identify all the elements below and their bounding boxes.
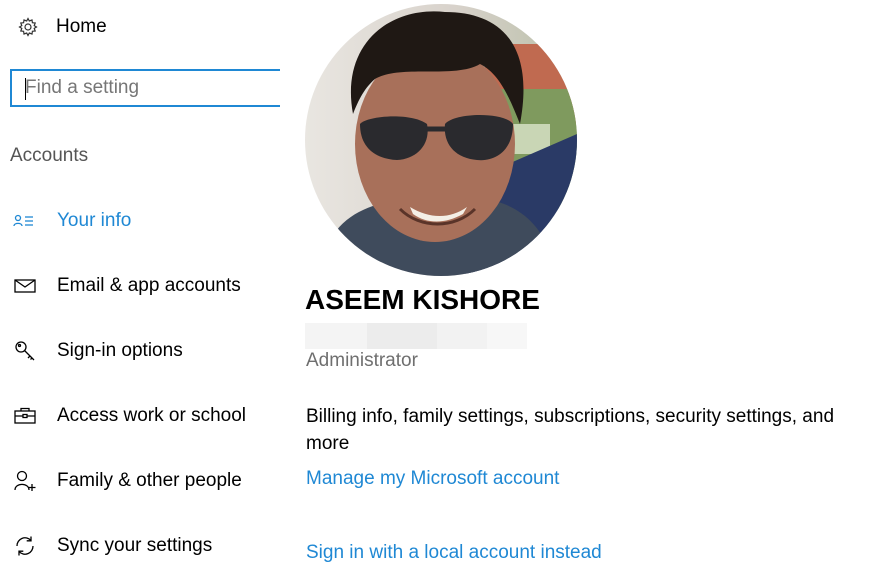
sync-icon: [12, 534, 38, 558]
person-card-icon: [12, 209, 38, 233]
manage-account-link[interactable]: Manage my Microsoft account: [306, 468, 559, 490]
sidebar-item-family-people[interactable]: Family & other people: [0, 459, 285, 503]
sidebar-item-label: Family & other people: [57, 470, 242, 491]
sidebar-item-sign-in-options[interactable]: Sign-in options: [0, 329, 285, 373]
profile-avatar: [305, 4, 577, 276]
account-role: Administrator: [306, 350, 418, 371]
sidebar-item-label: Email & app accounts: [57, 275, 241, 296]
local-account-link[interactable]: Sign in with a local account instead: [306, 542, 602, 564]
gear-icon: [14, 17, 42, 37]
sidebar-item-work-school[interactable]: Access work or school: [0, 394, 285, 438]
text-caret: [25, 78, 26, 100]
mail-icon: [12, 274, 38, 298]
user-name: ASEEM KISHORE: [305, 284, 540, 315]
key-icon: [12, 339, 38, 363]
briefcase-icon: [12, 404, 38, 428]
sidebar-item-label: Sync your settings: [57, 535, 213, 556]
your-info-panel: ASEEM KISHORE Administrator Billing info…: [305, 0, 870, 567]
account-description: Billing info, family settings, subscript…: [306, 406, 835, 454]
home-nav-item[interactable]: Home: [10, 10, 107, 44]
home-label: Home: [56, 16, 107, 37]
person-add-icon: [12, 469, 38, 493]
redacted-email-bar: [305, 323, 527, 349]
sidebar-item-label: Your info: [57, 210, 132, 231]
search-box[interactable]: [10, 69, 280, 107]
sidebar-item-your-info[interactable]: Your info: [0, 199, 285, 243]
sidebar-item-label: Access work or school: [57, 405, 247, 426]
sidebar-item-email-accounts[interactable]: Email & app accounts: [0, 264, 285, 308]
section-title: Accounts: [10, 145, 89, 166]
sidebar-item-sync-settings[interactable]: Sync your settings: [0, 524, 285, 568]
search-input[interactable]: [12, 76, 280, 100]
settings-sidebar: Home Accounts Your info: [0, 0, 290, 567]
sidebar-item-label: Sign-in options: [57, 340, 183, 361]
